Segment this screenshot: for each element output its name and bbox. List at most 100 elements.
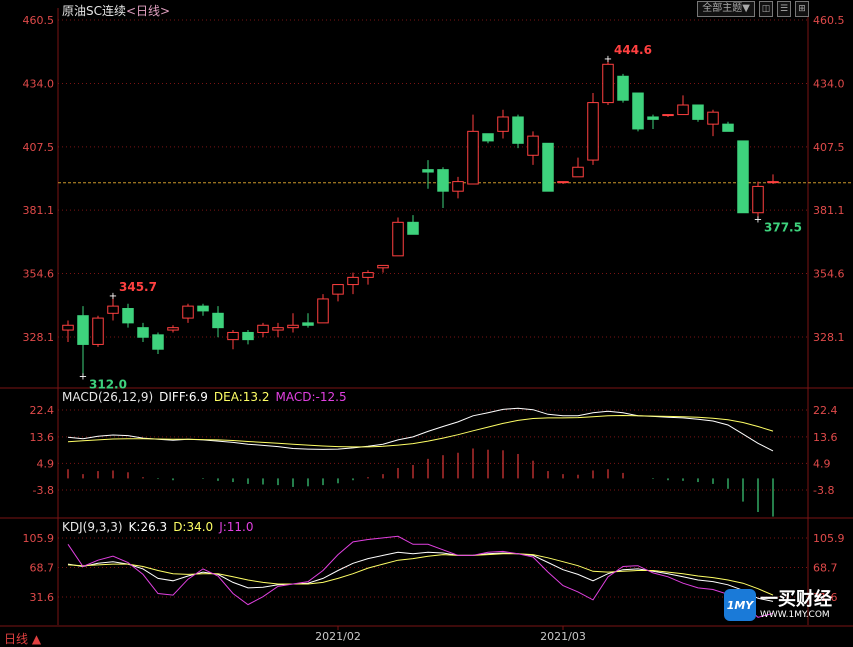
candle-body (272, 327, 284, 331)
candle-body (92, 317, 104, 345)
list-icon[interactable]: ☰ (777, 1, 791, 17)
candle-body (62, 324, 74, 331)
period-label[interactable]: <日线> (126, 4, 170, 18)
candle-body (767, 181, 779, 184)
candle-body (482, 133, 494, 142)
toolbar: 全部主题▼ ◫ ☰ ⊞ (697, 1, 809, 17)
watermark: 1MY 一买财经 WWW.1MY.COM (724, 589, 832, 621)
y-tick-label-right: 381.1 (813, 204, 845, 217)
candle-body (602, 63, 614, 104)
candle-body (452, 181, 464, 192)
y-tick-label-right: 13.6 (813, 431, 838, 444)
y-tick-label-right: 68.7 (813, 562, 838, 575)
extreme-label: 444.6 (614, 43, 652, 57)
kdj-j-label: J:11.0 (219, 520, 254, 534)
candle-body (752, 185, 764, 214)
candle-body (347, 276, 359, 286)
extreme-marker: + (604, 54, 612, 65)
period-tab[interactable]: 日线 ▲ (4, 630, 41, 647)
candle-body (587, 102, 599, 161)
extreme-marker: + (79, 372, 87, 383)
y-tick-label-left: 22.4 (30, 404, 55, 417)
caret-up-icon: ▲ (31, 632, 42, 646)
candle-body (257, 324, 269, 333)
y-tick-label-right: 434.0 (813, 77, 845, 90)
candle-body (242, 331, 254, 341)
extreme-label: 377.5 (764, 221, 802, 235)
candle-body (707, 111, 719, 125)
y-tick-label-right: 22.4 (813, 404, 838, 417)
layout-icon[interactable]: ◫ (759, 1, 773, 17)
instrument-title: 原油SC连续 (62, 4, 126, 18)
candle-body (77, 315, 89, 345)
j-line (67, 535, 774, 618)
candle-body (182, 305, 194, 319)
chart-canvas: 460.5 460.5 434.0 434.0 407.5 407.5 381.1 381.1… (0, 8, 853, 643)
candle-body (617, 75, 629, 101)
candle-body (497, 116, 509, 132)
kdj-d-label: D:34.0 (173, 520, 214, 534)
candle-body (632, 92, 644, 130)
grid-icon[interactable]: ⊞ (795, 1, 809, 17)
y-tick-label-right: 460.5 (813, 14, 845, 27)
chart-header: 原油SC连续<日线> (62, 2, 170, 19)
candle-body (122, 308, 134, 324)
y-tick-label-right: 105.9 (813, 532, 845, 545)
candle-body (647, 116, 659, 120)
kdj-k-label: K:26.3 (128, 520, 168, 534)
y-tick-label-right: 354.6 (813, 268, 845, 281)
y-tick-label-right: -3.8 (813, 484, 834, 497)
macd-value-label: MACD:-12.5 (275, 390, 347, 404)
extreme-marker: + (754, 215, 762, 226)
candle-body (212, 312, 224, 329)
candle-body (677, 104, 689, 116)
candle-body (737, 140, 749, 214)
brand-url: WWW.1MY.COM (760, 609, 830, 620)
kdj-header: KDJ(9,3,3) K:26.3 D:34.0 J:11.0 (62, 520, 260, 534)
y-tick-label-left: 407.5 (23, 141, 55, 154)
extreme-marker: + (109, 291, 117, 302)
y-tick-label-left: 4.9 (37, 457, 55, 470)
candle-body (557, 181, 569, 184)
candle-body (317, 298, 329, 324)
candle-body (152, 334, 164, 350)
y-tick-label-right: 4.9 (813, 457, 831, 470)
candle-body (332, 284, 344, 295)
macd-title: MACD(26,12,9) (62, 390, 154, 404)
candle-body (542, 142, 554, 192)
candle-body (467, 130, 479, 185)
brand-logo: 1MY (724, 589, 756, 621)
candle-body (392, 221, 404, 257)
y-tick-label-left: 13.6 (30, 431, 55, 444)
y-tick-label-left: 434.0 (23, 77, 55, 90)
candle-body (227, 331, 239, 341)
y-tick-label-left: 354.6 (23, 268, 55, 281)
brand-name: 一买财经 (760, 588, 832, 610)
candle-body (422, 169, 434, 173)
macd-diff-label: DIFF:6.9 (159, 390, 208, 404)
macd-header: MACD(26,12,9) DIFF:6.9 DEA:13.2 MACD:-12.5 (62, 390, 353, 404)
extreme-label: 345.7 (119, 280, 157, 294)
candle-body (722, 123, 734, 132)
d-line (67, 553, 774, 596)
y-tick-label-left: 31.6 (30, 591, 55, 604)
candle-body (572, 166, 584, 178)
candle-body (377, 264, 389, 269)
dea-line (67, 414, 774, 448)
theme-dropdown[interactable]: 全部主题▼ (697, 1, 755, 17)
x-tick-label: 2021/02 (315, 630, 361, 643)
y-tick-label-left: 68.7 (30, 562, 55, 575)
y-tick-label-left: 105.9 (23, 532, 55, 545)
y-tick-label-left: 328.1 (23, 331, 55, 344)
y-tick-label-left: 460.5 (23, 14, 55, 27)
candle-body (407, 221, 419, 235)
candle-body (437, 169, 449, 192)
y-tick-label-right: 407.5 (813, 141, 845, 154)
candle-body (137, 327, 149, 338)
kline-chart[interactable]: 460.5 460.5 434.0 434.0 407.5 407.5 381.1 381.1… (0, 0, 853, 647)
candle-body (527, 135, 539, 156)
candle-body (287, 324, 299, 329)
candle-body (692, 104, 704, 120)
candle-body (197, 305, 209, 312)
candle-body (662, 114, 674, 117)
